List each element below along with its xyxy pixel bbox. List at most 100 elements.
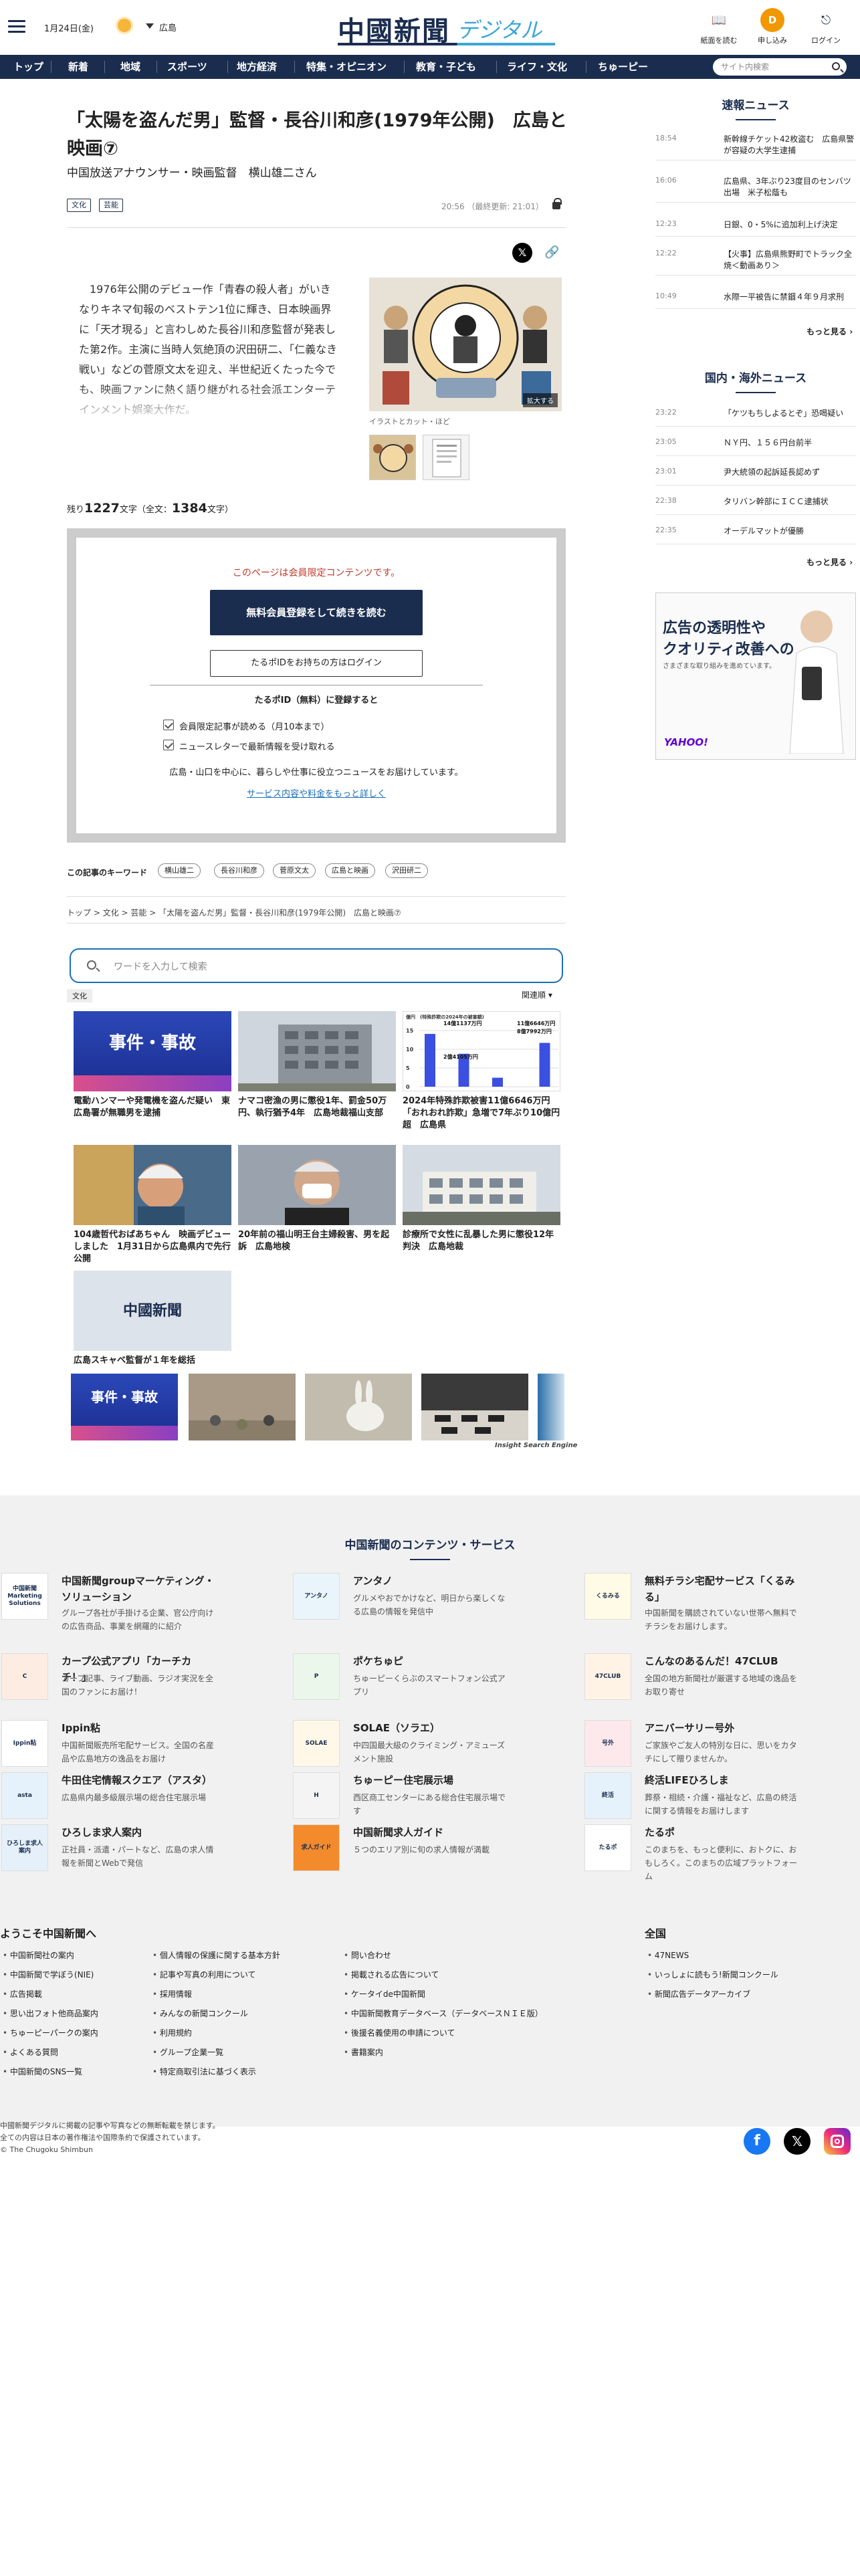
signup-button[interactable]: D 申し込み xyxy=(749,8,796,45)
footer-link[interactable]: 個人情報の保護に関する基本方針 xyxy=(152,1946,280,1965)
service-item[interactable]: ひろしま求人案内 ひろしま求人案内 正社員・派遣・パートなど、広島の求人情報を新聞と… xyxy=(1,1824,213,1885)
intl-more-link[interactable]: もっと見る xyxy=(807,556,853,568)
news-row[interactable]: 16:06 広島県、3年ぶり23度目のセンバツ出場 米子松蔭も xyxy=(655,176,856,203)
read-paper-button[interactable]: 📖 紙面を読む xyxy=(695,8,742,45)
carousel-image[interactable] xyxy=(189,1374,296,1440)
keyword-chip[interactable]: 菅原文太 xyxy=(273,863,316,878)
news-row[interactable]: 22:38 タリバン幹部にＩＣＣ逮捕状 xyxy=(655,496,856,515)
service-details-link[interactable]: サービス内容や料金をもっと詳しく xyxy=(76,786,556,799)
footer-link[interactable]: 中国新聞で学ぼう(NIE) xyxy=(3,1965,94,1984)
service-item[interactable]: Ippin粘 Ippin粘 中国新聞販売所宅配サービス。全国の名産品や広島地方の逸品… xyxy=(1,1720,214,1780)
search-icon[interactable] xyxy=(832,62,840,70)
related-article-card[interactable]: 事件・事故 電動ハンマーや発電機を盗んだ疑い 東広島署が無職男を逮捕 xyxy=(74,1011,231,1119)
footer-link[interactable]: 記事や写真の利用について xyxy=(152,1965,256,1984)
footer-link[interactable]: 中国新聞のSNS一覧 xyxy=(3,2062,82,2081)
footer-link[interactable]: 利用規約 xyxy=(152,2024,192,2042)
breaking-more-link[interactable]: もっと見る xyxy=(807,326,853,337)
keyword-chip[interactable]: 横山雄二 xyxy=(158,863,201,878)
keyword-chip[interactable]: 沢田研二 xyxy=(385,863,428,878)
service-item[interactable]: 号外 アニバーサリー号外 ご家族やご友人の特別な日に、思いをカタチにして贈りませんか… xyxy=(584,1720,797,1780)
footer-link[interactable]: よくある質問 xyxy=(3,2043,58,2062)
news-row[interactable]: 12:23 日銀、0・5%に追加利上げ決定 xyxy=(655,219,856,237)
tag-culture[interactable]: 文化 xyxy=(67,199,91,212)
nav-item-sports[interactable]: スポーツ xyxy=(160,55,214,79)
image-thumbnail[interactable] xyxy=(369,435,416,480)
instagram-icon[interactable] xyxy=(824,2128,851,2155)
service-item[interactable]: 終活 終活LIFEひろしま 葬祭・相続・介護・福祉など、広島の終活に関する情報をお届… xyxy=(584,1772,796,1832)
nav-item-education[interactable]: 教育・子ども xyxy=(409,55,483,79)
x-icon[interactable]: 𝕏 xyxy=(784,2128,811,2155)
facebook-icon[interactable]: f xyxy=(744,2128,770,2155)
footer-link[interactable]: いっしょに読もう!新聞コンクール xyxy=(647,1965,778,1984)
menu-icon[interactable] xyxy=(8,20,25,33)
register-button[interactable]: 無料会員登録をして続きを読む xyxy=(210,590,423,635)
news-row[interactable]: 22:35 オーデルマットが優勝 xyxy=(655,526,856,544)
site-logo[interactable]: 中國新聞 デジタル xyxy=(338,7,558,47)
news-row[interactable]: 23:01 尹大統領の起訴延長認めず xyxy=(655,467,856,486)
related-article-card[interactable]: 0 5 10 15 億円 (特殊詐欺の2024年の被害額) 14億1137万円 11億664… xyxy=(403,1011,560,1132)
service-item[interactable]: 47CLUB こんなのあるんだ！47CLUB 全国の地方新聞社が厳選する地域の逸品を… xyxy=(584,1653,797,1713)
footer-link[interactable]: 47NEWS xyxy=(647,1946,689,1965)
article-main-image[interactable]: 拡大する xyxy=(369,278,562,411)
footer-link[interactable]: 採用情報 xyxy=(152,1985,192,2004)
footer-link[interactable]: 問い合わせ xyxy=(344,1946,391,1965)
category-chip[interactable]: 文化 xyxy=(67,989,92,1002)
copy-link-icon[interactable]: 🔗 xyxy=(544,245,559,259)
ad-banner[interactable]: 広告の透明性や クオリティ改善への さまざまな取り組みを進めています。 YAHO… xyxy=(655,593,856,760)
service-item[interactable]: 中国新聞 Marketing Solutions 中国新聞groupマーケティング… xyxy=(1,1573,215,1633)
carousel-image[interactable] xyxy=(305,1374,412,1440)
footer-link[interactable]: 掲載される広告について xyxy=(344,1965,439,1984)
tag-entertainment[interactable]: 芸能 xyxy=(99,199,123,212)
service-item[interactable]: 求人ガイド 中国新聞求人ガイド ５つのエリア別に旬の求人情報が満載 xyxy=(293,1824,500,1885)
nav-item-chupi[interactable]: ちゅーピー xyxy=(591,55,655,79)
related-article-card[interactable]: 診療所で女性に乱暴した男に懲役12年判決 広島地裁 xyxy=(403,1145,560,1253)
enlarge-button[interactable]: 拡大する xyxy=(523,393,558,407)
breadcrumb-item[interactable]: 文化 xyxy=(103,908,119,918)
service-item[interactable]: くるみる 無料チラシ宅配サービス「くるみる」 中国新聞を購読されていない世帯へ無料で… xyxy=(584,1573,797,1633)
footer-link[interactable]: 後援名義使用の申請について xyxy=(344,2024,455,2042)
footer-link[interactable]: グループ企業一覧 xyxy=(152,2043,223,2062)
breadcrumb-item[interactable]: トップ xyxy=(67,908,91,918)
region-selector[interactable]: 広島 xyxy=(159,21,177,33)
footer-link[interactable]: 特定商取引法に基づく表示 xyxy=(152,2062,256,2081)
sort-dropdown[interactable]: 関連順 ▾ xyxy=(522,989,552,1000)
footer-link[interactable]: 書籍案内 xyxy=(344,2043,383,2062)
service-item[interactable]: asta 牛田住宅情報スクエア（アスタ） 広島県内最多級展示場の総合住宅展示場 xyxy=(1,1772,212,1832)
footer-link[interactable]: 新聞広告データアーカイブ xyxy=(647,1985,750,2004)
login-id-button[interactable]: たるポIDをお持ちの方はログイン xyxy=(210,650,423,677)
login-button[interactable]: ⎋ ログイン xyxy=(802,8,849,45)
carousel-image[interactable] xyxy=(421,1374,528,1440)
service-item[interactable]: P ポケちゅピ ちゅーピーくらぶのスマートフォン公式アプリ xyxy=(293,1653,506,1713)
carousel-image[interactable]: 事件・事故 xyxy=(71,1374,178,1440)
nav-item-top[interactable]: トップ xyxy=(7,55,50,79)
footer-link[interactable]: 広告掲載 xyxy=(3,1985,42,2004)
related-article-card[interactable]: 104歳哲代おばあちゃん 映画デビューしました 1月31日から広島県内で先行公開 xyxy=(74,1145,231,1265)
image-thumbnail[interactable] xyxy=(423,435,469,480)
footer-link[interactable]: 中国新聞社の案内 xyxy=(3,1946,74,1965)
nav-item-region[interactable]: 地域 xyxy=(114,55,147,79)
x-share-icon[interactable]: 𝕏 xyxy=(512,243,532,263)
service-item[interactable]: たるポ たるポ このまちを、もっと便利に、おトクに、おもしろく。このまちの広域プラッ… xyxy=(584,1824,797,1885)
carousel-image[interactable] xyxy=(538,1374,564,1440)
footer-link[interactable]: ケータイde中国新聞 xyxy=(344,1985,425,2004)
footer-link[interactable]: ちゅーピーパークの案内 xyxy=(3,2024,98,2042)
keyword-chip[interactable]: 広島と映画 xyxy=(325,863,375,878)
service-item[interactable]: C カープ公式アプリ「カーチカチ！」 カープ記事、ライブ動画、ラジオ実況を全国のファ… xyxy=(1,1653,213,1713)
service-item[interactable]: SOLAE SOLAE（ソラエ） 中四国最大級のクライミング・アミューズメント施設 xyxy=(293,1720,505,1780)
nav-item-economy[interactable]: 地方経済 xyxy=(230,55,284,79)
news-row[interactable]: 18:54 新幹線チケット42枚盗む 広島県警が容疑の大学生逮捕 xyxy=(655,134,856,160)
region-dropdown-icon[interactable] xyxy=(146,23,154,29)
nav-item-opinion[interactable]: 特集・オピニオン xyxy=(300,55,393,79)
footer-link[interactable]: みんなの新聞コンクール xyxy=(152,2004,248,2023)
news-row[interactable]: 23:05 ＮＹ円、１５６円台前半 xyxy=(655,437,856,456)
service-item[interactable]: H ちゅーピー住宅展示場 西区商工センターにある総合住宅展示場です xyxy=(293,1772,506,1832)
nav-item-life[interactable]: ライフ・文化 xyxy=(500,55,574,79)
service-item[interactable]: アンタノ アンタノ グルメやおでかけなど、明日から楽しくなる広島の情報を発信中 xyxy=(293,1573,505,1633)
site-search-input[interactable]: サイト内検索 xyxy=(713,58,847,76)
footer-link[interactable]: 思い出フォト他商品案内 xyxy=(3,2004,98,2023)
article-search-input[interactable]: ワードを入力して検索 xyxy=(70,948,563,983)
related-article-card[interactable]: 20年前の福山明王台主婦殺害、男を起訴 広島地検 xyxy=(238,1145,396,1253)
keyword-chip[interactable]: 長谷川和彦 xyxy=(214,863,264,878)
footer-link[interactable]: 中国新聞教育データベース（データベースＮＩＥ版） xyxy=(344,2004,543,2023)
news-row[interactable]: 10:49 水際一平被告に禁錮４年９月求刑 xyxy=(655,292,856,309)
